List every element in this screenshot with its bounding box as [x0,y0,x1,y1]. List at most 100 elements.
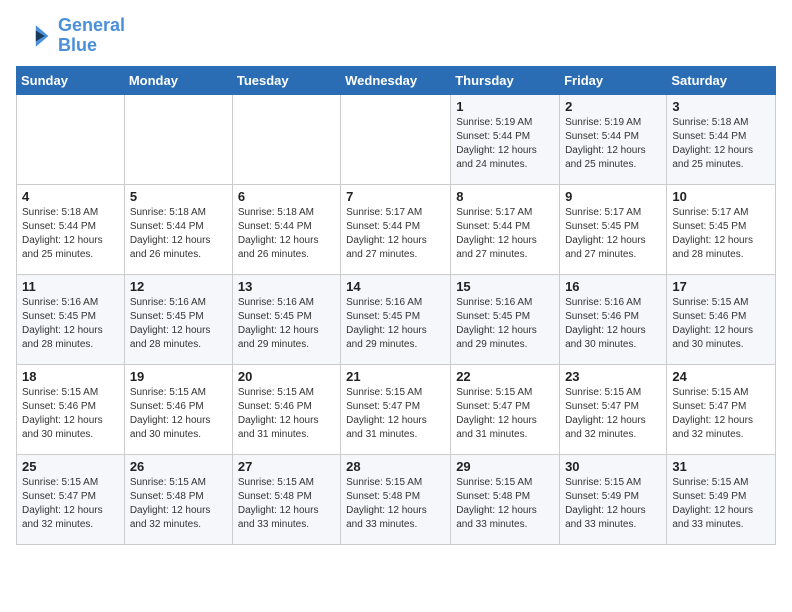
day-number: 3 [672,99,770,114]
calendar-cell: 7Sunrise: 5:17 AM Sunset: 5:44 PM Daylig… [341,184,451,274]
calendar-header-monday: Monday [124,66,232,94]
calendar-cell: 9 Sunrise: 5:17 AM Sunset: 5:45 PM Daylig… [560,184,667,274]
calendar-header-tuesday: Tuesday [232,66,340,94]
calendar-cell: 19 Sunrise: 5:15 AM Sunset: 5:46 PM Dayli… [124,364,232,454]
calendar-cell: 13 Sunrise: 5:16 AM Sunset: 5:45 PM Dayli… [232,274,340,364]
calendar-cell: 27Sunrise: 5:15 AM Sunset: 5:48 PM Dayli… [232,454,340,544]
calendar-cell: 29 Sunrise: 5:15 AM Sunset: 5:48 PM Dayli… [451,454,560,544]
calendar-cell: 24 Sunrise: 5:15 AM Sunset: 5:47 PM Dayli… [667,364,776,454]
day-number: 31 [672,459,770,474]
calendar-cell: 23 Sunrise: 5:15 AM Sunset: 5:47 PM Dayli… [560,364,667,454]
calendar-cell: 30Sunrise: 5:15 AM Sunset: 5:49 PM Dayli… [560,454,667,544]
calendar-cell [124,94,232,184]
calendar-cell: 4 Sunrise: 5:18 AM Sunset: 5:44 PM Daylig… [17,184,125,274]
day-info: Sunrise: 5:18 AM Sunset: 5:44 PM Dayligh… [22,206,119,262]
calendar-header: SundayMondayTuesdayWednesdayThursdayFrid… [17,66,776,94]
calendar-cell: 22 Sunrise: 5:15 AM Sunset: 5:47 PM Dayli… [451,364,560,454]
calendar-cell: 16 Sunrise: 5:16 AM Sunset: 5:46 PM Dayli… [560,274,667,364]
day-info: Sunrise: 5:16 AM Sunset: 5:45 PM Dayligh… [346,296,445,352]
calendar-cell: 14 Sunrise: 5:16 AM Sunset: 5:45 PM Dayli… [341,274,451,364]
day-info: Sunrise: 5:15 AM Sunset: 5:46 PM Dayligh… [672,296,770,352]
day-number: 4 [22,189,119,204]
day-number: 20 [238,369,335,384]
day-number: 14 [346,279,445,294]
calendar-header-thursday: Thursday [451,66,560,94]
logo: General Blue [16,16,125,56]
day-number: 17 [672,279,770,294]
day-number: 8 [456,189,554,204]
day-number: 2 [565,99,661,114]
day-info: Sunrise: 5:16 AM Sunset: 5:45 PM Dayligh… [130,296,227,352]
day-info: Sunrise: 5:15 AM Sunset: 5:47 PM Dayligh… [22,476,119,532]
day-info: Sunrise: 5:17 AM Sunset: 5:45 PM Dayligh… [565,206,661,262]
calendar-cell: 11 Sunrise: 5:16 AM Sunset: 5:45 PM Dayli… [17,274,125,364]
day-info: Sunrise: 5:18 AM Sunset: 5:44 PM Dayligh… [130,206,227,262]
day-number: 30 [565,459,661,474]
day-info: Sunrise: 5:15 AM Sunset: 5:48 PM Dayligh… [456,476,554,532]
calendar-header-sunday: Sunday [17,66,125,94]
day-info: Sunrise: 5:15 AM Sunset: 5:47 PM Dayligh… [672,386,770,442]
calendar-cell: 21Sunrise: 5:15 AM Sunset: 5:47 PM Dayli… [341,364,451,454]
calendar-cell: 6Sunrise: 5:18 AM Sunset: 5:44 PM Daylig… [232,184,340,274]
day-info: Sunrise: 5:19 AM Sunset: 5:44 PM Dayligh… [565,116,661,172]
day-info: Sunrise: 5:15 AM Sunset: 5:46 PM Dayligh… [238,386,335,442]
day-info: Sunrise: 5:19 AM Sunset: 5:44 PM Dayligh… [456,116,554,172]
calendar-week-2: 4 Sunrise: 5:18 AM Sunset: 5:44 PM Daylig… [17,184,776,274]
day-number: 28 [346,459,445,474]
day-number: 12 [130,279,227,294]
calendar-table: SundayMondayTuesdayWednesdayThursdayFrid… [16,66,776,545]
calendar-cell: 12 Sunrise: 5:16 AM Sunset: 5:45 PM Dayli… [124,274,232,364]
calendar-header-saturday: Saturday [667,66,776,94]
calendar-cell: 15 Sunrise: 5:16 AM Sunset: 5:45 PM Dayli… [451,274,560,364]
day-number: 13 [238,279,335,294]
calendar-cell: 2 Sunrise: 5:19 AM Sunset: 5:44 PM Daylig… [560,94,667,184]
day-info: Sunrise: 5:18 AM Sunset: 5:44 PM Dayligh… [672,116,770,172]
day-number: 1 [456,99,554,114]
calendar-header-wednesday: Wednesday [341,66,451,94]
day-number: 25 [22,459,119,474]
day-number: 19 [130,369,227,384]
page-header: General Blue [16,16,776,56]
calendar-week-4: 18 Sunrise: 5:15 AM Sunset: 5:46 PM Dayli… [17,364,776,454]
day-number: 23 [565,369,661,384]
calendar-cell: 31 Sunrise: 5:15 AM Sunset: 5:49 PM Dayli… [667,454,776,544]
day-info: Sunrise: 5:17 AM Sunset: 5:45 PM Dayligh… [672,206,770,262]
calendar-cell: 3 Sunrise: 5:18 AM Sunset: 5:44 PM Daylig… [667,94,776,184]
day-number: 22 [456,369,554,384]
day-number: 16 [565,279,661,294]
logo-icon [16,18,52,54]
day-info: Sunrise: 5:15 AM Sunset: 5:47 PM Dayligh… [565,386,661,442]
day-info: Sunrise: 5:17 AM Sunset: 5:44 PM Dayligh… [346,206,445,262]
day-info: Sunrise: 5:16 AM Sunset: 5:45 PM Dayligh… [456,296,554,352]
day-number: 24 [672,369,770,384]
day-info: Sunrise: 5:15 AM Sunset: 5:48 PM Dayligh… [130,476,227,532]
day-number: 9 [565,189,661,204]
day-number: 11 [22,279,119,294]
calendar-cell: 1 Sunrise: 5:19 AM Sunset: 5:44 PM Daylig… [451,94,560,184]
calendar-cell: 28Sunrise: 5:15 AM Sunset: 5:48 PM Dayli… [341,454,451,544]
day-number: 18 [22,369,119,384]
day-number: 5 [130,189,227,204]
day-info: Sunrise: 5:16 AM Sunset: 5:45 PM Dayligh… [238,296,335,352]
day-info: Sunrise: 5:15 AM Sunset: 5:49 PM Dayligh… [672,476,770,532]
logo-text: General Blue [58,16,125,56]
calendar-week-1: 1 Sunrise: 5:19 AM Sunset: 5:44 PM Daylig… [17,94,776,184]
calendar-cell: 10Sunrise: 5:17 AM Sunset: 5:45 PM Dayli… [667,184,776,274]
day-info: Sunrise: 5:15 AM Sunset: 5:46 PM Dayligh… [22,386,119,442]
calendar-cell: 26 Sunrise: 5:15 AM Sunset: 5:48 PM Dayli… [124,454,232,544]
calendar-cell [341,94,451,184]
day-info: Sunrise: 5:15 AM Sunset: 5:46 PM Dayligh… [130,386,227,442]
day-info: Sunrise: 5:16 AM Sunset: 5:45 PM Dayligh… [22,296,119,352]
day-info: Sunrise: 5:15 AM Sunset: 5:47 PM Dayligh… [346,386,445,442]
day-info: Sunrise: 5:15 AM Sunset: 5:47 PM Dayligh… [456,386,554,442]
day-info: Sunrise: 5:17 AM Sunset: 5:44 PM Dayligh… [456,206,554,262]
day-number: 15 [456,279,554,294]
calendar-body: 1 Sunrise: 5:19 AM Sunset: 5:44 PM Daylig… [17,94,776,544]
calendar-header-friday: Friday [560,66,667,94]
calendar-week-5: 25 Sunrise: 5:15 AM Sunset: 5:47 PM Dayli… [17,454,776,544]
day-number: 29 [456,459,554,474]
day-info: Sunrise: 5:16 AM Sunset: 5:46 PM Dayligh… [565,296,661,352]
day-number: 26 [130,459,227,474]
calendar-cell: 8 Sunrise: 5:17 AM Sunset: 5:44 PM Daylig… [451,184,560,274]
calendar-cell: 20 Sunrise: 5:15 AM Sunset: 5:46 PM Dayli… [232,364,340,454]
